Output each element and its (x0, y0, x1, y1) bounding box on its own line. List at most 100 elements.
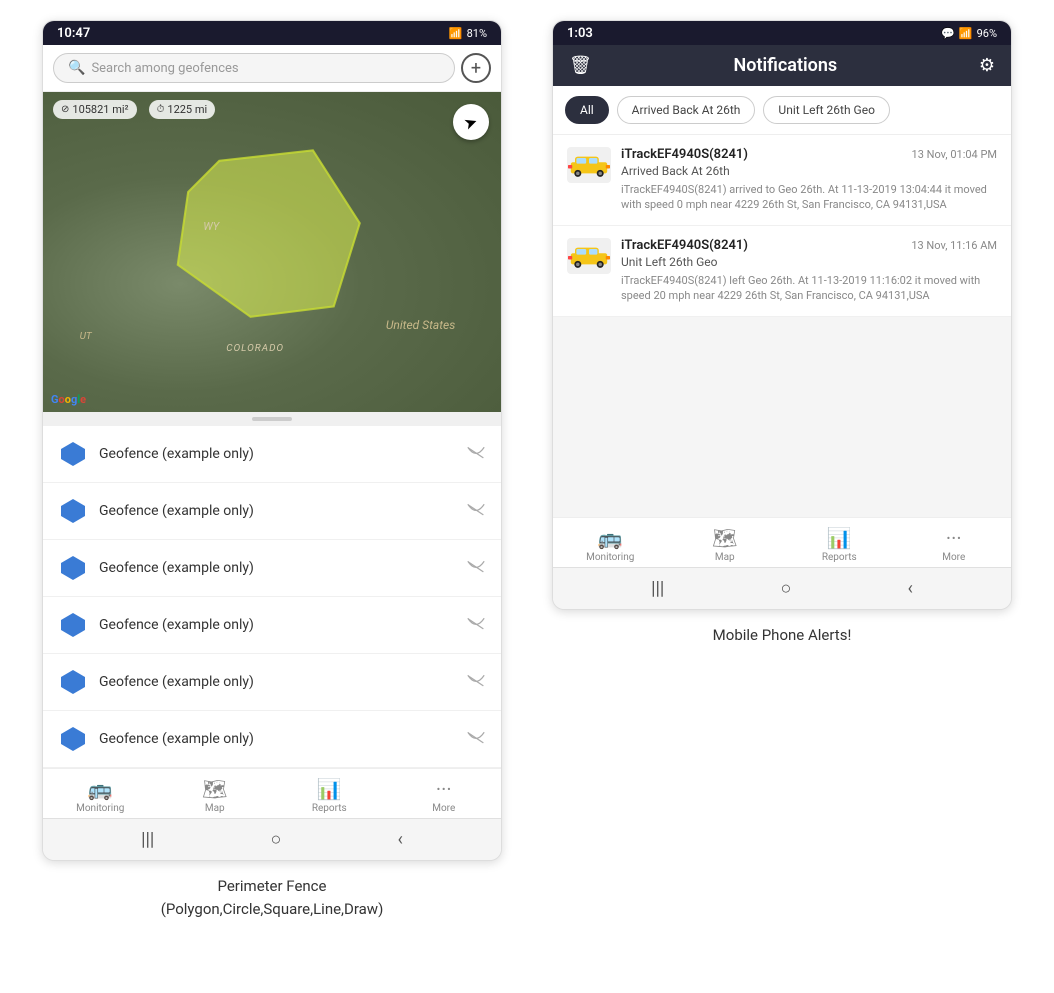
geofence-list-item[interactable]: Geofence (example only) (43, 711, 501, 768)
compass-button[interactable]: ➤ (453, 104, 489, 140)
right-system-nav: ||| ○ ‹ (553, 567, 1011, 609)
chat-icon: 💬 (941, 27, 955, 40)
geofence-icon (59, 497, 87, 525)
visibility-icon[interactable] (467, 730, 485, 749)
filter-tab-arrived-back-at-26th[interactable]: Arrived Back At 26th (617, 96, 756, 124)
nav-label: Reports (822, 552, 857, 563)
scroll-pill (252, 417, 292, 421)
geofence-label: Geofence (example only) (99, 731, 455, 747)
menu-button[interactable]: ||| (141, 829, 154, 850)
right-menu-button[interactable]: ||| (651, 578, 664, 599)
map-label-ut: UT (80, 331, 92, 342)
filter-tabs: All Arrived Back At 26thUnit Left 26th Ge… (553, 86, 1011, 135)
geofence-icon (59, 611, 87, 639)
map-background: ⊘ 105821 mi² ⏱ 1225 mi WY United States … (43, 92, 501, 412)
left-status-bar: 10:47 📶 81% (43, 21, 501, 45)
nav-label: Map (205, 803, 225, 814)
notification-header-row: iTrackEF4940S(8241) 13 Nov, 11:16 AM (621, 238, 997, 253)
scroll-indicator (43, 412, 501, 426)
map-label-colorado: COLORADO (226, 343, 284, 354)
notification-header-row: iTrackEF4940S(8241) 13 Nov, 01:04 PM (621, 147, 997, 162)
nav-icon: 📊 (317, 777, 342, 801)
notifications-header: 🗑 Notifications ⚙ (553, 45, 1011, 86)
nav-icon: 🚌 (88, 777, 113, 801)
visibility-icon[interactable] (467, 445, 485, 464)
nav-icon: 🗺 (202, 777, 227, 801)
right-nav-item-monitoring[interactable]: 🚌Monitoring (580, 526, 640, 563)
search-bar: 🔍 Search among geofences + (43, 45, 501, 92)
right-nav-item-more[interactable]: ··· More (924, 526, 984, 563)
add-geofence-button[interactable]: + (461, 53, 491, 83)
geofence-icon (59, 725, 87, 753)
notification-empty-area (553, 317, 1011, 517)
notification-time: 13 Nov, 01:04 PM (912, 148, 997, 161)
nav-item-reports[interactable]: 📊 Reports (299, 777, 359, 814)
search-icon: 🔍 (68, 60, 85, 76)
geofence-list-item[interactable]: Geofence (example only) (43, 426, 501, 483)
map-label-wy: WY (203, 220, 219, 233)
geofence-icon (59, 554, 87, 582)
right-caption: Mobile Phone Alerts! (713, 624, 852, 647)
signal-icon: 📶 (959, 27, 973, 40)
nav-item-monitoring[interactable]: 🚌Monitoring (70, 777, 130, 814)
geofence-list-item[interactable]: Geofence (example only) (43, 654, 501, 711)
notification-event: Arrived Back At 26th (621, 164, 997, 178)
google-logo: Google (51, 393, 86, 406)
geofence-label: Geofence (example only) (99, 503, 455, 519)
nav-item-map[interactable]: 🗺 Map (185, 777, 245, 814)
right-home-button[interactable]: ○ (780, 578, 791, 599)
map-area[interactable]: ⊘ 105821 mi² ⏱ 1225 mi WY United States … (43, 92, 501, 412)
visibility-icon[interactable] (467, 502, 485, 521)
left-status-time: 10:47 (57, 26, 90, 41)
visibility-icon[interactable] (467, 616, 485, 635)
nav-label: More (942, 552, 965, 563)
left-system-nav: ||| ○ ‹ (43, 818, 501, 860)
compass-icon: ➤ (461, 111, 480, 133)
notification-time: 13 Nov, 11:16 AM (911, 239, 997, 252)
nav-icon: 📊 (827, 526, 852, 550)
notification-description: iTrackEF4940S(8241) arrived to Geo 26th.… (621, 182, 997, 213)
map-label-us: United States (386, 318, 455, 332)
geofence-list-item[interactable]: Geofence (example only) (43, 540, 501, 597)
right-back-button[interactable]: ‹ (907, 578, 912, 599)
delete-button[interactable]: 🗑 (569, 55, 592, 76)
geofence-label: Geofence (example only) (99, 617, 455, 633)
notification-content: iTrackEF4940S(8241) 13 Nov, 01:04 PM Arr… (621, 147, 997, 213)
right-nav-item-map[interactable]: 🗺Map (695, 526, 755, 563)
geofence-label: Geofence (example only) (99, 560, 455, 576)
filter-tab-unit-left-26th-geo[interactable]: Unit Left 26th Geo (763, 96, 890, 124)
notification-event: Unit Left 26th Geo (621, 255, 997, 269)
nav-item-more[interactable]: ··· More (414, 777, 474, 814)
right-bottom-nav: 🚌Monitoring 🗺Map 📊 Reports ··· More (553, 517, 1011, 567)
home-button[interactable]: ○ (270, 829, 281, 850)
notification-item[interactable]: iTrackEF4940S(8241) 13 Nov, 11:16 AM Uni… (553, 226, 1011, 317)
geofence-search-input[interactable]: 🔍 Search among geofences (53, 53, 455, 83)
distance-icon: ⏱ (157, 104, 165, 115)
filter-tab-all[interactable]: All (565, 96, 609, 124)
right-phone-frame: 1:03 💬 📶 96% 🗑 Notifications ⚙ All Arrive… (552, 20, 1012, 610)
geofence-list: Geofence (example only) Geofence (exampl… (43, 426, 501, 768)
nav-icon: 🗺 (712, 526, 737, 550)
right-phone-wrapper: 1:03 💬 📶 96% 🗑 Notifications ⚙ All Arrive… (552, 20, 1012, 646)
vehicle-icon (567, 238, 611, 274)
right-nav-item-reports[interactable]: 📊 Reports (809, 526, 869, 563)
nav-label: Monitoring (586, 552, 634, 563)
back-button[interactable]: ‹ (397, 829, 402, 850)
nav-label: More (432, 803, 455, 814)
map-stats-bar: ⊘ 105821 mi² ⏱ 1225 mi (53, 100, 215, 119)
settings-button[interactable]: ⚙ (979, 55, 995, 76)
left-bottom-nav: 🚌Monitoring 🗺 Map 📊 Reports ··· More (43, 768, 501, 818)
left-caption: Perimeter Fence(Polygon,Circle,Square,Li… (161, 875, 384, 920)
notification-item[interactable]: iTrackEF4940S(8241) 13 Nov, 01:04 PM Arr… (553, 135, 1011, 226)
geofence-list-item[interactable]: Geofence (example only) (43, 483, 501, 540)
nav-icon: ··· (436, 777, 452, 801)
nav-label: Reports (312, 803, 347, 814)
geofence-label: Geofence (example only) (99, 446, 455, 462)
right-status-time: 1:03 (567, 26, 593, 41)
geofence-list-item[interactable]: Geofence (example only) (43, 597, 501, 654)
visibility-icon[interactable] (467, 673, 485, 692)
nav-icon: ··· (946, 526, 962, 550)
visibility-icon[interactable] (467, 559, 485, 578)
area-icon: ⊘ (61, 104, 69, 115)
right-status-icons: 💬 📶 96% (941, 27, 997, 40)
